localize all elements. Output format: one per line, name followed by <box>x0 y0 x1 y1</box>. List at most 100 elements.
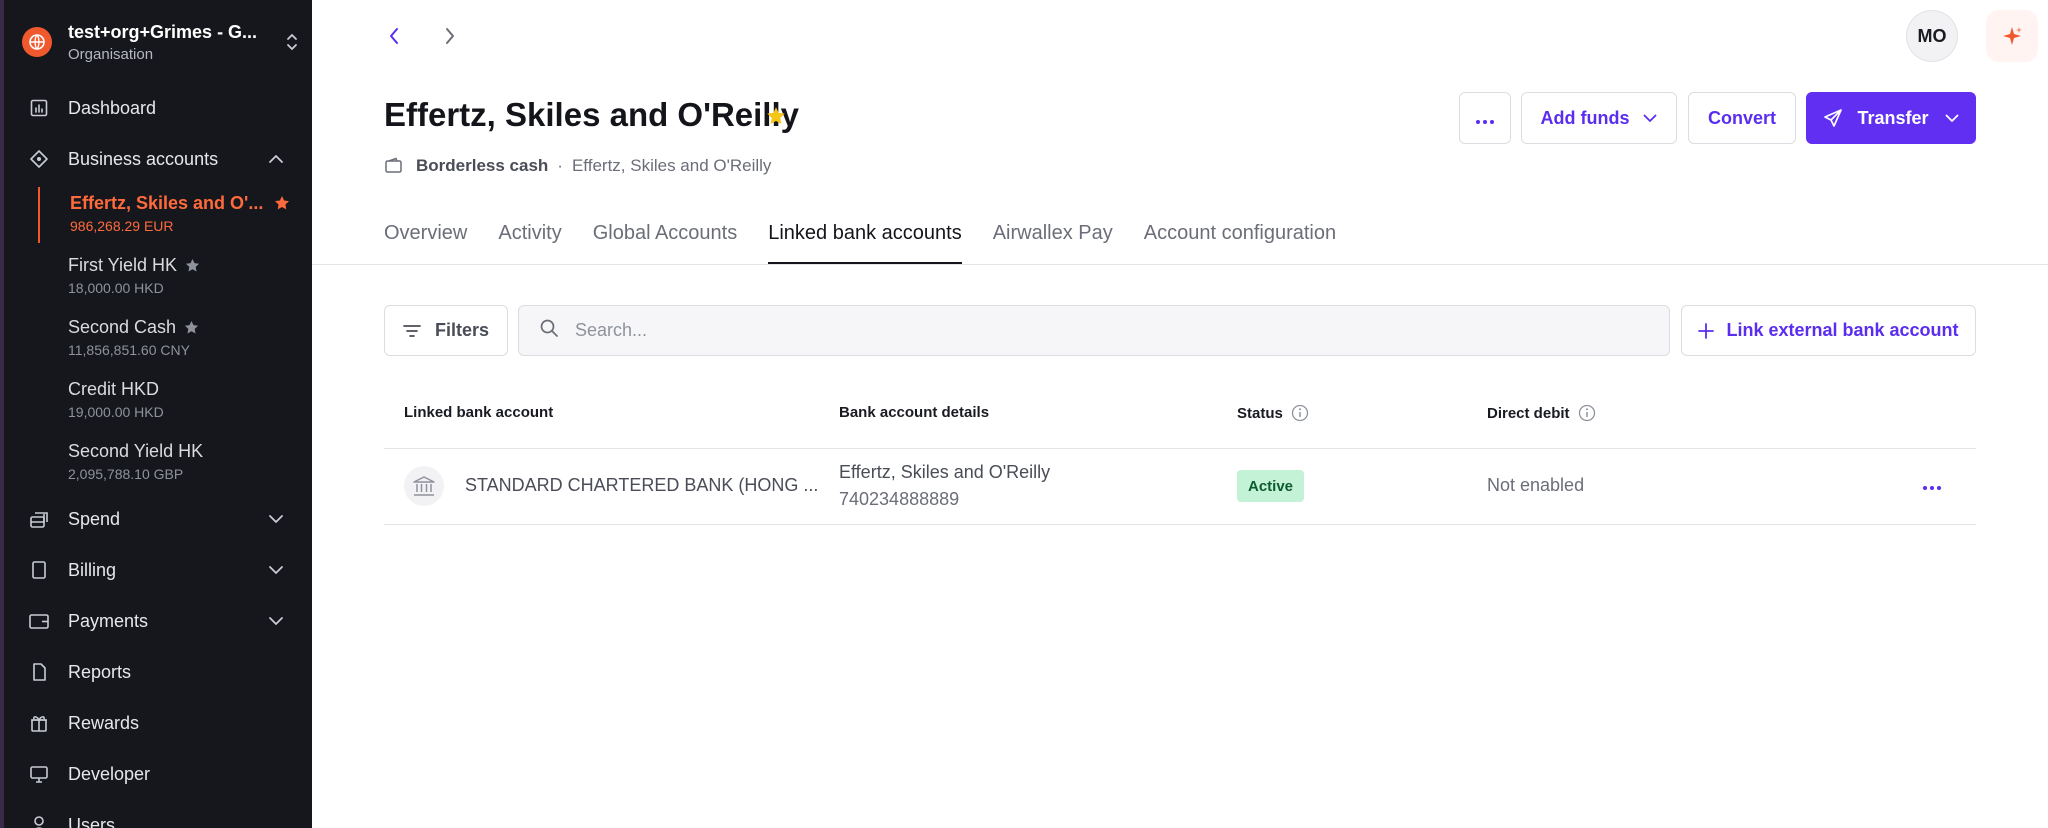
sidebar-item-billing[interactable]: Billing <box>4 550 312 590</box>
tab-linked-bank-accounts[interactable]: Linked bank accounts <box>768 218 962 264</box>
link-external-bank-account-button[interactable]: Link external bank account <box>1681 305 1976 356</box>
sidebar-item-payments[interactable]: Payments <box>4 601 312 641</box>
tab-overview[interactable]: Overview <box>384 218 467 264</box>
monitor-icon <box>28 763 50 785</box>
account-balance: 2,095,788.10 GBP <box>68 466 184 482</box>
column-header-bank-account-details: Bank account details <box>839 404 989 421</box>
divider <box>384 448 1976 449</box>
status-badge: Active <box>1237 470 1305 502</box>
add-funds-button[interactable]: Add funds <box>1521 92 1677 144</box>
org-subtitle: Organisation <box>68 45 154 63</box>
add-funds-label: Add funds <box>1540 107 1630 128</box>
sidebar-item-spend[interactable]: Spend <box>4 499 312 539</box>
sidebar-account-item[interactable]: Credit HKD 19,000.00 HKD <box>38 373 312 429</box>
bank-name: STANDARD CHARTERED BANK (HONG ... <box>465 475 819 495</box>
ellipsis-icon <box>1923 477 1941 495</box>
sidebar-item-label: Business accounts <box>68 148 219 169</box>
column-header-label: Bank account details <box>839 404 990 421</box>
document-icon <box>28 559 50 581</box>
sidebar-item-label: Billing <box>68 559 117 580</box>
column-header-label: Status <box>1237 404 1283 422</box>
plus-icon <box>1698 322 1715 339</box>
sidebar-item-label: Payments <box>68 610 149 631</box>
filters-button[interactable]: Filters <box>384 305 508 356</box>
account-balance: 19,000.00 HKD <box>68 404 164 420</box>
star-icon[interactable] <box>766 106 786 131</box>
link-account-label: Link external bank account <box>1726 320 1959 340</box>
info-icon[interactable] <box>1291 404 1309 422</box>
divider <box>384 524 1976 525</box>
tab-global-accounts[interactable]: Global Accounts <box>593 218 738 264</box>
transfer-label: Transfer <box>1857 107 1929 128</box>
account-balance: 11,856,851.60 CNY <box>68 342 190 358</box>
account-holder: Effertz, Skiles and O'Reilly <box>839 462 1051 482</box>
sidebar-item-developer[interactable]: Developer <box>4 754 312 794</box>
sidebar-item-dashboard[interactable]: Dashboard <box>4 88 312 128</box>
chevron-down-icon <box>266 560 286 580</box>
transfer-button[interactable]: Transfer <box>1806 92 1976 144</box>
sidebar-item-rewards[interactable]: Rewards <box>4 703 312 743</box>
sidebar-item-business-accounts[interactable]: Business accounts <box>4 139 312 179</box>
sidebar-item-reports[interactable]: Reports <box>4 652 312 692</box>
account-name: Credit HKD <box>68 379 160 399</box>
org-switcher[interactable]: test+org+Grimes - G... Organisation <box>22 20 302 64</box>
globe-icon <box>22 27 52 57</box>
column-header-status: Status <box>1237 404 1309 422</box>
tab-activity[interactable]: Activity <box>498 218 561 264</box>
sidebar-item-label: Developer <box>68 763 151 784</box>
org-name: test+org+Grimes - G... <box>68 21 258 42</box>
account-owner: Effertz, Skiles and O'Reilly <box>571 156 772 175</box>
chevron-down-icon <box>266 611 286 631</box>
chevron-up-icon <box>266 149 286 169</box>
card-icon <box>28 508 50 530</box>
direct-debit-status: Not enabled <box>1487 475 1585 495</box>
star-icon <box>274 195 290 216</box>
bank-icon <box>404 466 444 506</box>
tab-account-configuration[interactable]: Account configuration <box>1144 218 1336 264</box>
sidebar-item-label: Dashboard <box>68 97 157 118</box>
search-icon <box>539 318 559 343</box>
sidebar-item-label: Users <box>68 814 116 828</box>
sidebar-account-item[interactable]: First Yield HK 18,000.00 HKD <box>38 249 312 305</box>
diamond-icon <box>28 148 50 170</box>
tab-airwallex-pay[interactable]: Airwallex Pay <box>993 218 1113 264</box>
user-icon <box>28 814 50 828</box>
star-icon <box>185 258 200 273</box>
sidebar-account-item[interactable]: Second Cash 11,856,851.60 CNY <box>38 311 312 367</box>
sidebar: test+org+Grimes - G... Organisation Dash… <box>0 0 312 828</box>
convert-button[interactable]: Convert <box>1688 92 1796 144</box>
main-content: MO Effertz, Skiles and O'Reilly Borderle… <box>312 0 2048 828</box>
account-name: First Yield HK <box>68 255 178 275</box>
sparkle-icon[interactable] <box>1986 10 2038 62</box>
chevron-down-icon <box>266 509 286 529</box>
chevron-down-icon <box>1643 114 1657 123</box>
search-input[interactable] <box>575 320 1575 341</box>
sidebar-account-item[interactable]: Effertz, Skiles and O'... 986,268.29 EUR <box>38 187 312 243</box>
gift-icon <box>28 712 50 734</box>
info-icon[interactable] <box>1578 404 1596 422</box>
account-number: 740234888889 <box>839 489 960 509</box>
sidebar-item-users[interactable]: Users <box>4 805 312 828</box>
chevron-up-down-icon <box>282 29 302 55</box>
account-name: Second Yield HK <box>68 441 204 461</box>
sidebar-item-label: Rewards <box>68 712 140 733</box>
star-icon <box>184 320 199 335</box>
search-field[interactable] <box>518 305 1670 356</box>
separator: · <box>557 156 563 175</box>
avatar[interactable]: MO <box>1906 10 1958 62</box>
ellipsis-icon <box>1476 108 1494 129</box>
sidebar-item-label: Reports <box>68 661 132 682</box>
send-icon <box>1823 108 1843 128</box>
tab-bar: Overview Activity Global Accounts Linked… <box>384 218 1367 264</box>
sidebar-account-item[interactable]: Second Yield HK 2,095,788.10 GBP <box>38 435 312 491</box>
forward-arrow-icon[interactable] <box>436 22 464 50</box>
column-header-label: Linked bank account <box>404 404 554 421</box>
row-actions-button[interactable] <box>1916 472 1948 500</box>
wallet-icon <box>28 610 50 632</box>
more-actions-button[interactable] <box>1459 92 1511 144</box>
filter-icon <box>403 324 421 338</box>
back-arrow-icon[interactable] <box>380 22 408 50</box>
divider <box>312 264 2048 265</box>
account-balance: 18,000.00 HKD <box>68 280 164 296</box>
account-balance: 986,268.29 EUR <box>70 218 174 234</box>
